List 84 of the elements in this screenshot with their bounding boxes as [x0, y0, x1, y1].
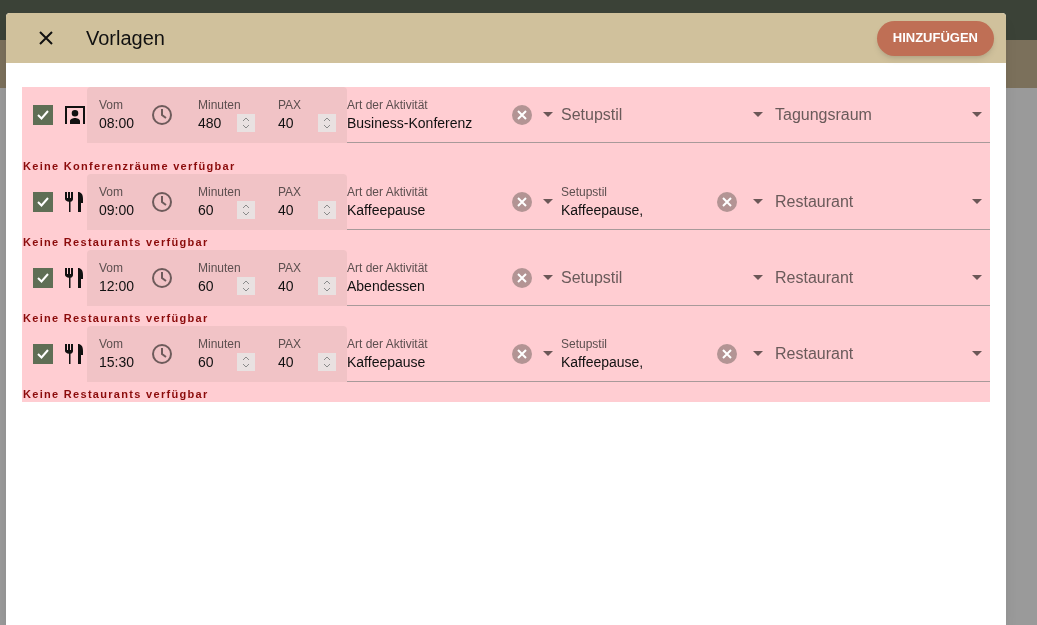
- clear-icon[interactable]: [512, 267, 532, 288]
- spinner-icon[interactable]: [237, 277, 255, 295]
- spinner-icon[interactable]: [318, 353, 336, 371]
- room-select[interactable]: Tagungsraum: [765, 87, 990, 142]
- setup-select[interactable]: Setupstil Kaffeepause,: [561, 336, 717, 371]
- field-label: PAX: [278, 337, 303, 351]
- field-label: Minuten: [198, 98, 242, 112]
- error-message: Keine Restaurants verfügbar: [22, 235, 209, 249]
- setup-select[interactable]: Setupstil: [561, 267, 717, 288]
- activity-select[interactable]: Art der Aktivität Abendessen: [347, 260, 512, 295]
- field-value: 09:00: [99, 201, 135, 219]
- clear-icon[interactable]: [512, 104, 532, 125]
- field-value: 40: [278, 201, 294, 219]
- dropdown-arrow-icon: [972, 112, 982, 117]
- field-label: Minuten: [198, 261, 242, 275]
- field-value: 40: [278, 114, 294, 132]
- spinner-icon[interactable]: [318, 201, 336, 219]
- field-value: 12:00: [99, 277, 135, 295]
- dropdown-arrow-icon[interactable]: [543, 351, 553, 356]
- spinner-icon[interactable]: [318, 277, 336, 295]
- field-value: 40: [278, 353, 294, 371]
- clear-icon[interactable]: [512, 343, 532, 364]
- field-label: Vom: [99, 98, 124, 112]
- dropdown-arrow-icon[interactable]: [753, 351, 763, 356]
- dropdown-arrow-icon: [972, 199, 982, 204]
- field-label: Minuten: [198, 337, 242, 351]
- room-select[interactable]: Restaurant: [765, 326, 990, 381]
- clear-icon[interactable]: [717, 343, 737, 364]
- spinner-icon[interactable]: [237, 201, 255, 219]
- presenter-icon: [64, 105, 86, 125]
- activity-select[interactable]: Art der Aktivität Kaffeepause: [347, 336, 512, 371]
- dropdown-arrow-icon[interactable]: [543, 275, 553, 280]
- room-select[interactable]: Restaurant: [765, 250, 990, 305]
- error-message: Keine Restaurants verfügbar: [22, 387, 209, 401]
- cutlery-icon: [64, 343, 84, 365]
- room-select[interactable]: Restaurant: [765, 174, 990, 229]
- clock-icon[interactable]: [151, 343, 173, 365]
- error-message: Keine Konferenzräume verfügbar: [22, 159, 236, 173]
- checkbox[interactable]: [33, 105, 53, 125]
- setup-select[interactable]: Setupstil: [561, 104, 717, 125]
- check-icon: [36, 195, 50, 209]
- check-icon: [36, 347, 50, 361]
- field-label: Vom: [99, 261, 124, 275]
- check-icon: [36, 108, 50, 122]
- checkbox[interactable]: [33, 268, 53, 288]
- error-message: Keine Restaurants verfügbar: [22, 311, 209, 325]
- dropdown-arrow-icon: [972, 275, 982, 280]
- field-label: Vom: [99, 185, 124, 199]
- clock-icon[interactable]: [151, 104, 173, 126]
- clear-icon[interactable]: [512, 191, 532, 212]
- field-value: 15:30: [99, 353, 135, 371]
- field-value: 60: [198, 201, 214, 219]
- field-value: 40: [278, 277, 294, 295]
- cutlery-icon: [64, 267, 84, 289]
- field-label: Vom: [99, 337, 124, 351]
- spinner-icon[interactable]: [318, 114, 336, 132]
- dialog-title: Vorlagen: [86, 26, 165, 51]
- clock-icon[interactable]: [151, 267, 173, 289]
- field-label: PAX: [278, 261, 303, 275]
- dropdown-arrow-icon[interactable]: [753, 275, 763, 280]
- field-value: 08:00: [99, 114, 135, 132]
- cutlery-icon: [64, 191, 84, 213]
- spinner-icon[interactable]: [237, 114, 255, 132]
- clear-icon[interactable]: [717, 191, 737, 212]
- checkbox[interactable]: [33, 344, 53, 364]
- checkbox[interactable]: [33, 192, 53, 212]
- dropdown-arrow-icon[interactable]: [753, 199, 763, 204]
- field-label: PAX: [278, 98, 303, 112]
- dropdown-arrow-icon[interactable]: [543, 199, 553, 204]
- field-value: 60: [198, 277, 214, 295]
- setup-select[interactable]: Setupstil Kaffeepause,: [561, 184, 717, 219]
- activity-select[interactable]: Art der Aktivität Kaffeepause: [347, 184, 512, 219]
- field-label: Minuten: [198, 185, 242, 199]
- field-value: 480: [198, 114, 222, 132]
- spinner-icon[interactable]: [237, 353, 255, 371]
- field-label: PAX: [278, 185, 303, 199]
- dropdown-arrow-icon[interactable]: [543, 112, 553, 117]
- field-value: 60: [198, 353, 214, 371]
- add-button[interactable]: HINZUFÜGEN: [876, 20, 994, 56]
- check-icon: [36, 271, 50, 285]
- dropdown-arrow-icon: [972, 351, 982, 356]
- activity-select[interactable]: Art der Aktivität Business-Konferenz: [347, 97, 512, 132]
- clock-icon[interactable]: [151, 191, 173, 213]
- dropdown-arrow-icon[interactable]: [753, 112, 763, 117]
